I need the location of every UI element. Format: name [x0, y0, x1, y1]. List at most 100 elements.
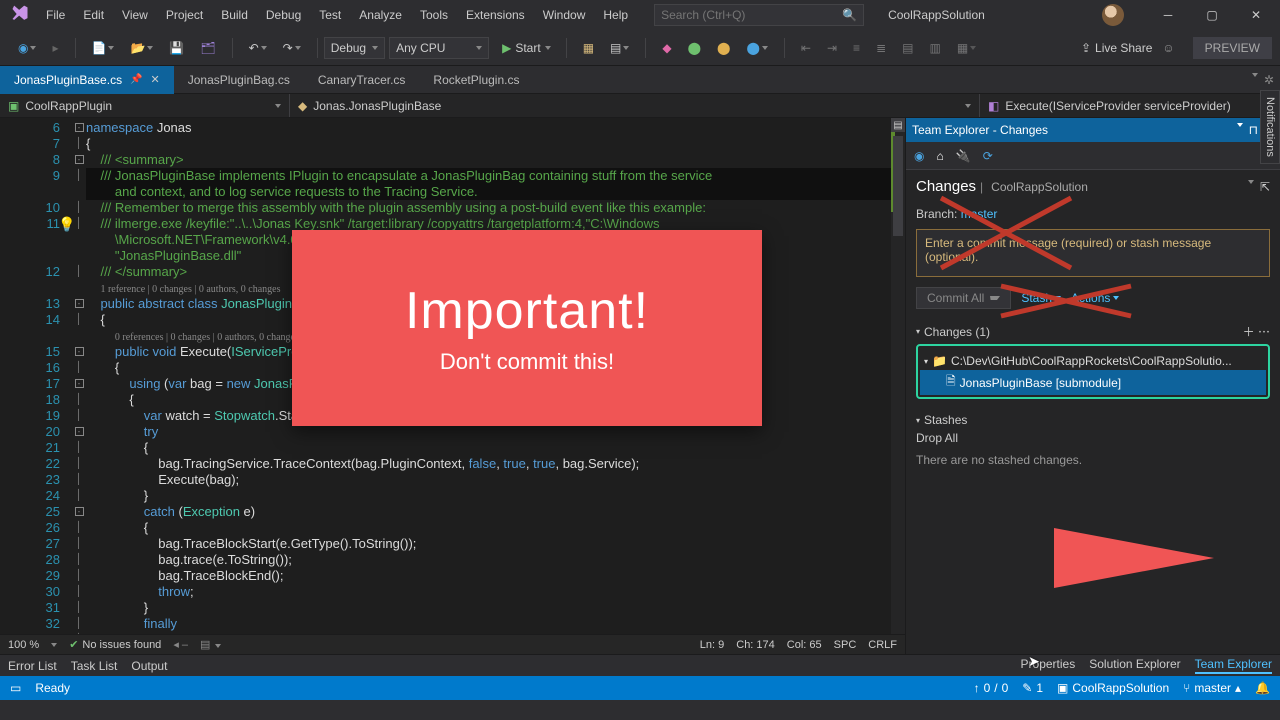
- start-debug-button[interactable]: ▶Start: [493, 38, 560, 58]
- menu-debug[interactable]: Debug: [258, 4, 309, 26]
- fold-gutter[interactable]: -│-││││-│-│-││-││││-││││││││: [72, 118, 86, 634]
- no-stashes-text: There are no stashed changes.: [916, 453, 1270, 467]
- tab-jonaspluginbase[interactable]: JonasPluginBase.cs📌✕: [0, 66, 174, 94]
- ext-icon-1[interactable]: ◆: [656, 37, 677, 59]
- tab-overflow-icon[interactable]: [1252, 73, 1258, 77]
- undo-button[interactable]: ↶: [243, 37, 273, 59]
- title-bar: File Edit View Project Build Debug Test …: [0, 0, 1280, 30]
- class-icon: ◆: [298, 99, 307, 113]
- te-connect-icon[interactable]: 🔌: [956, 149, 971, 163]
- ext-icon-4[interactable]: ⬤: [740, 37, 773, 59]
- team-explorer-toolbar: ◉ ⌂ 🔌 ⟳: [906, 142, 1280, 170]
- folder-icon: 📁: [932, 354, 947, 368]
- ext-icon-2[interactable]: ⬤: [682, 37, 707, 59]
- te-popout-icon[interactable]: ⇱: [1260, 180, 1270, 194]
- redo-button[interactable]: ↷: [277, 37, 307, 59]
- editor-tab-strip: JonasPluginBase.cs📌✕ JonasPluginBag.cs C…: [0, 66, 1280, 94]
- split-editor-icon[interactable]: ▤: [891, 118, 905, 132]
- lightbulb-icon[interactable]: 💡: [58, 216, 75, 233]
- pin-icon[interactable]: 📌: [130, 74, 142, 85]
- drop-all-link[interactable]: Drop All: [916, 431, 1270, 445]
- csharp-project-icon: ▣: [8, 99, 19, 113]
- changes-submodule-row[interactable]: 🗎 JonasPluginBase [submodule]: [920, 370, 1266, 395]
- tab-solution-explorer[interactable]: Solution Explorer: [1089, 657, 1180, 674]
- live-share-button[interactable]: ⇪Live Share: [1081, 41, 1152, 55]
- window-layout-icon[interactable]: ▭: [10, 681, 21, 695]
- close-button[interactable]: ✕: [1236, 2, 1276, 28]
- commit-all-button[interactable]: Commit All: [916, 287, 1011, 309]
- bookmark-button: ▦: [951, 37, 982, 59]
- maximize-button[interactable]: ▢: [1192, 2, 1232, 28]
- te-home-icon[interactable]: ⌂: [936, 149, 943, 163]
- tab-team-explorer[interactable]: Team Explorer: [1195, 657, 1272, 674]
- nav-fwd-button[interactable]: ▸: [46, 37, 64, 59]
- tab-task-list[interactable]: Task List: [71, 659, 118, 673]
- tab-settings-icon[interactable]: ✲: [1264, 73, 1274, 87]
- menu-analyze[interactable]: Analyze: [351, 4, 410, 26]
- menu-build[interactable]: Build: [213, 4, 256, 26]
- save-all-button[interactable]: 🗂: [194, 37, 221, 59]
- minimize-button[interactable]: ─: [1148, 2, 1188, 28]
- tab-output[interactable]: Output: [131, 659, 167, 673]
- status-notifications-icon[interactable]: 🔔: [1255, 681, 1270, 695]
- nav-back-button[interactable]: ◉: [12, 37, 42, 59]
- open-file-button[interactable]: 📂: [124, 37, 159, 59]
- check-icon: ✔: [69, 638, 78, 651]
- te-header-dropdown-icon[interactable]: [1248, 180, 1254, 184]
- vertical-scrollbar[interactable]: ▤: [891, 118, 905, 634]
- te-back-icon[interactable]: ◉: [914, 149, 924, 163]
- menu-tools[interactable]: Tools: [412, 4, 456, 26]
- branch-link[interactable]: master: [961, 207, 998, 221]
- commit-message-input[interactable]: Enter a commit message (required) or sta…: [916, 229, 1270, 277]
- te-section-header: Changes | CoolRappSolution ⇱: [906, 170, 1280, 203]
- status-pending[interactable]: ✎ 1: [1022, 681, 1043, 695]
- nav-member-dropdown[interactable]: ◧ Execute(IServiceProvider serviceProvid…: [980, 94, 1280, 117]
- tb-icon-1[interactable]: ▦: [577, 37, 600, 59]
- notifications-tab[interactable]: Notifications: [1260, 90, 1280, 164]
- user-avatar[interactable]: [1102, 4, 1124, 26]
- line-ending[interactable]: CRLF: [868, 639, 897, 651]
- menu-extensions[interactable]: Extensions: [458, 4, 533, 26]
- menu-edit[interactable]: Edit: [75, 4, 112, 26]
- changes-folder-row[interactable]: ▾ 📁 C:\Dev\GitHub\CoolRappRockets\CoolRa…: [920, 352, 1266, 370]
- tb-icon-2[interactable]: ▤: [604, 37, 635, 59]
- menu-test[interactable]: Test: [311, 4, 349, 26]
- stash-dropdown[interactable]: Stash: [1021, 291, 1061, 305]
- tab-properties[interactable]: Properties: [1021, 657, 1076, 674]
- tab-canarytracer[interactable]: CanaryTracer.cs: [304, 66, 420, 94]
- menu-project[interactable]: Project: [158, 4, 211, 26]
- search-input[interactable]: [661, 8, 842, 22]
- status-branch[interactable]: ⑂ master ▴: [1183, 681, 1241, 695]
- changes-section-header[interactable]: ▾Changes (1) ＋ ⋯: [916, 323, 1270, 340]
- save-button[interactable]: 💾: [163, 37, 190, 59]
- platform-dropdown[interactable]: Any CPU: [389, 37, 489, 59]
- menu-file[interactable]: File: [38, 4, 73, 26]
- scrollbar-thumb[interactable]: [893, 136, 903, 236]
- actions-dropdown[interactable]: Actions: [1071, 291, 1119, 305]
- close-icon[interactable]: ✕: [151, 73, 160, 86]
- new-project-button[interactable]: 📄: [86, 37, 121, 59]
- feedback-icon[interactable]: ☺: [1162, 41, 1174, 55]
- menu-window[interactable]: Window: [535, 4, 594, 26]
- stage-all-icon[interactable]: ＋ ⋯: [1243, 323, 1270, 340]
- panel-pin-icon[interactable]: ⊓: [1249, 123, 1258, 137]
- status-publish[interactable]: ↑ 0 / 0: [974, 681, 1009, 695]
- stashes-section-header[interactable]: ▾Stashes: [916, 413, 1270, 427]
- menu-view[interactable]: View: [114, 4, 156, 26]
- tab-error-list[interactable]: Error List: [8, 659, 57, 673]
- te-refresh-icon[interactable]: ⟳: [983, 149, 993, 163]
- nav-project-dropdown[interactable]: ▣ CoolRappPlugin: [0, 94, 290, 117]
- ext-icon-3[interactable]: ⬤: [711, 37, 736, 59]
- tab-jonaspluginbag[interactable]: JonasPluginBag.cs: [174, 66, 304, 94]
- zoom-level[interactable]: 100 %: [8, 639, 39, 651]
- nav-class-dropdown[interactable]: ◆ Jonas.JonasPluginBase: [290, 94, 980, 117]
- tab-rocketplugin[interactable]: RocketPlugin.cs: [419, 66, 533, 94]
- panel-dropdown-icon[interactable]: [1237, 123, 1243, 127]
- uncomment-button: ▥: [923, 37, 946, 59]
- menu-help[interactable]: Help: [595, 4, 636, 26]
- status-solution[interactable]: ▣ CoolRappSolution: [1057, 681, 1169, 695]
- config-dropdown[interactable]: Debug: [324, 37, 385, 59]
- indent-mode[interactable]: SPC: [834, 639, 857, 651]
- issues-text[interactable]: No issues found: [82, 639, 161, 651]
- quick-search[interactable]: 🔍: [654, 4, 864, 26]
